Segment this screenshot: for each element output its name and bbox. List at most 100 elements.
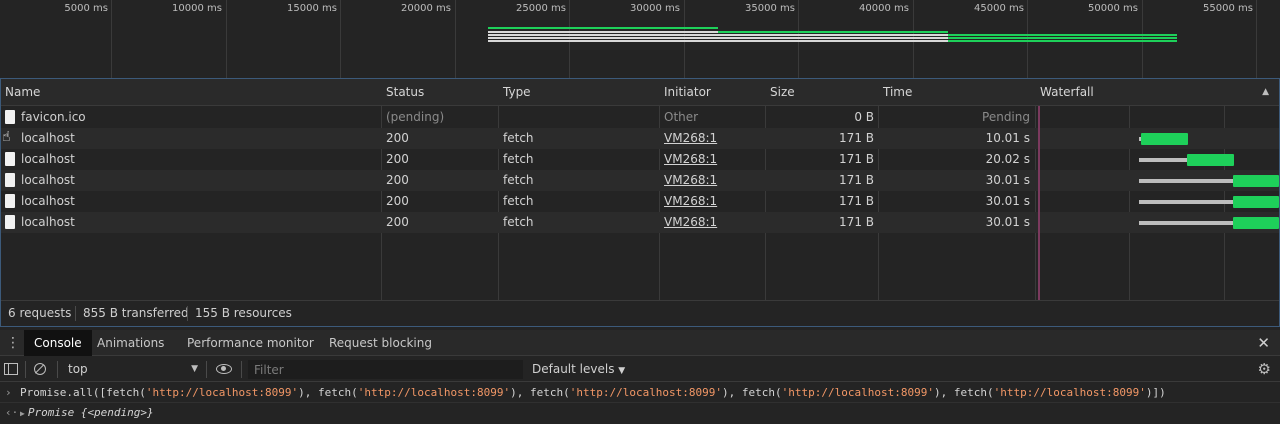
overview-gridline [455,0,456,78]
table-row[interactable]: localhost 200 fetch VM268:1 171 B 30.01 … [1,212,1279,233]
initiator-link[interactable]: VM268:1 [664,149,717,170]
code-text: ), fetch( [722,386,782,399]
promise-suffix: } [147,406,154,419]
code-string: 'http://localhost:8099' [781,386,934,399]
overview-request-bar [948,40,1177,42]
code-text: ), fetch( [510,386,570,399]
request-status: 200 [386,152,409,166]
show-sidebar-icon[interactable] [4,363,18,375]
column-header-time[interactable]: Time [879,79,912,106]
initiator-link[interactable]: VM268:1 [664,212,717,233]
overview-gridline [569,0,570,78]
code-string: 'http://localhost:8099' [145,386,299,399]
overview-request-bar [488,34,948,36]
summary-transferred: 855 B transferred [83,306,189,320]
overview-request-bar [718,31,948,33]
promise-state: <pending> [87,406,148,419]
request-type: fetch [503,173,534,187]
column-header-status[interactable]: Status [382,79,424,106]
toolbar-divider [206,361,207,378]
live-expression-eye-icon[interactable] [216,364,232,374]
overview-gridline [340,0,341,78]
table-row[interactable]: localhost 200 fetch VM268:1 171 B 30.01 … [1,191,1279,212]
table-row[interactable]: ☝ localhost 200 fetch VM268:1 171 B 10.0… [1,128,1279,149]
overview-request-bar [488,37,948,39]
close-drawer-icon[interactable]: ✕ [1257,330,1270,356]
tab-console[interactable]: Console [24,330,92,356]
network-summary-bar: 6 requests 855 B transferred 155 B resou… [1,300,1279,326]
table-row[interactable]: localhost 200 fetch VM268:1 171 B 30.01 … [1,170,1279,191]
overview-tick-label: 45000 ms [974,3,1024,14]
console-input-line[interactable]: › Promise.all([fetch('http://localhost:8… [0,383,1280,403]
overview-tick-label: 10000 ms [172,3,222,14]
expand-triangle-icon[interactable]: ▶ [20,409,25,418]
request-status: 200 [386,131,409,145]
column-header-initiator[interactable]: Initiator [660,79,711,106]
column-header-size[interactable]: Size [766,79,795,106]
tab-request-blocking[interactable]: Request blocking [319,330,442,356]
table-header: Name Status Type Initiator Size Time Wat… [1,79,1279,106]
promise-result[interactable]: ▶ Promise {<pending>} [20,403,154,424]
overview-tick-label: 55000 ms [1203,3,1253,14]
request-name: localhost [21,194,75,208]
tab-animations[interactable]: Animations [87,330,174,356]
network-overview[interactable]: 5000 ms 10000 ms 15000 ms 20000 ms 25000… [0,0,1280,78]
table-row[interactable]: favicon.ico (pending) Other 0 B Pending [1,107,1279,128]
overview-tick-label: 15000 ms [287,3,337,14]
column-header-name[interactable]: Name [1,79,40,106]
initiator-link[interactable]: VM268:1 [664,128,717,149]
waterfall-receiving-bar [1233,175,1279,187]
log-levels-dropdown[interactable]: Default levels ▼ [532,357,625,384]
context-selector[interactable]: top ▼ [62,357,202,382]
table-row[interactable]: localhost 200 fetch VM268:1 171 B 20.02 … [1,149,1279,170]
initiator-link[interactable]: VM268:1 [664,170,717,191]
log-levels-label: Default levels [532,362,615,376]
overview-gridline [226,0,227,78]
overview-gridline [1256,0,1257,78]
waterfall-header-label: Waterfall [1040,85,1094,99]
overview-tick-label: 50000 ms [1088,3,1138,14]
request-time: 30.01 s [985,173,1030,187]
code-text: ), fetch( [933,386,994,399]
overview-request-bar [488,27,718,29]
overview-tick-label: 5000 ms [64,3,108,14]
code-text: Promise.all([fetch( [20,386,146,399]
context-value: top [68,362,88,376]
overview-tick-label: 30000 ms [630,3,680,14]
request-size: 171 B [839,215,874,229]
column-header-waterfall[interactable]: Waterfall ▲ [1036,79,1279,106]
overview-request-bar [948,34,1177,36]
request-name: localhost [21,173,75,187]
tab-performance-monitor[interactable]: Performance monitor [177,330,324,356]
console-result-line[interactable]: ‹· ▶ Promise {<pending>} [0,403,1280,423]
overview-gridline [913,0,914,78]
request-time: 30.01 s [985,194,1030,208]
document-icon [5,215,15,229]
console-output: › Promise.all([fetch('http://localhost:8… [0,383,1280,424]
overview-tick-label: 25000 ms [516,3,566,14]
console-toolbar: top ▼ Default levels ▼ ⚙ [0,357,1280,382]
request-size: 171 B [839,152,874,166]
request-time: 20.02 s [985,152,1030,166]
request-name: localhost [21,152,75,166]
overview-gridline [1027,0,1028,78]
console-command: Promise.all([fetch('http://localhost:809… [20,383,1166,403]
request-type: fetch [503,194,534,208]
overview-request-bar [488,40,948,42]
code-text: ), fetch( [298,386,358,399]
request-time: Pending [982,110,1030,124]
code-string: 'http://localhost:8099' [357,386,511,399]
waterfall-receiving-bar [1187,154,1234,166]
more-options-icon[interactable]: ⋮ [6,330,20,356]
filter-input[interactable] [248,360,523,379]
settings-gear-icon[interactable]: ⚙ [1258,357,1271,382]
column-header-type[interactable]: Type [499,79,531,106]
waterfall-waiting-bar [1139,200,1233,204]
clear-console-icon[interactable] [34,363,46,375]
toolbar-divider [241,361,242,378]
overview-tick-label: 20000 ms [401,3,451,14]
code-text: )]) [1145,386,1166,399]
initiator-link[interactable]: VM268:1 [664,191,717,212]
overview-gridline [798,0,799,78]
overview-gridline [111,0,112,78]
